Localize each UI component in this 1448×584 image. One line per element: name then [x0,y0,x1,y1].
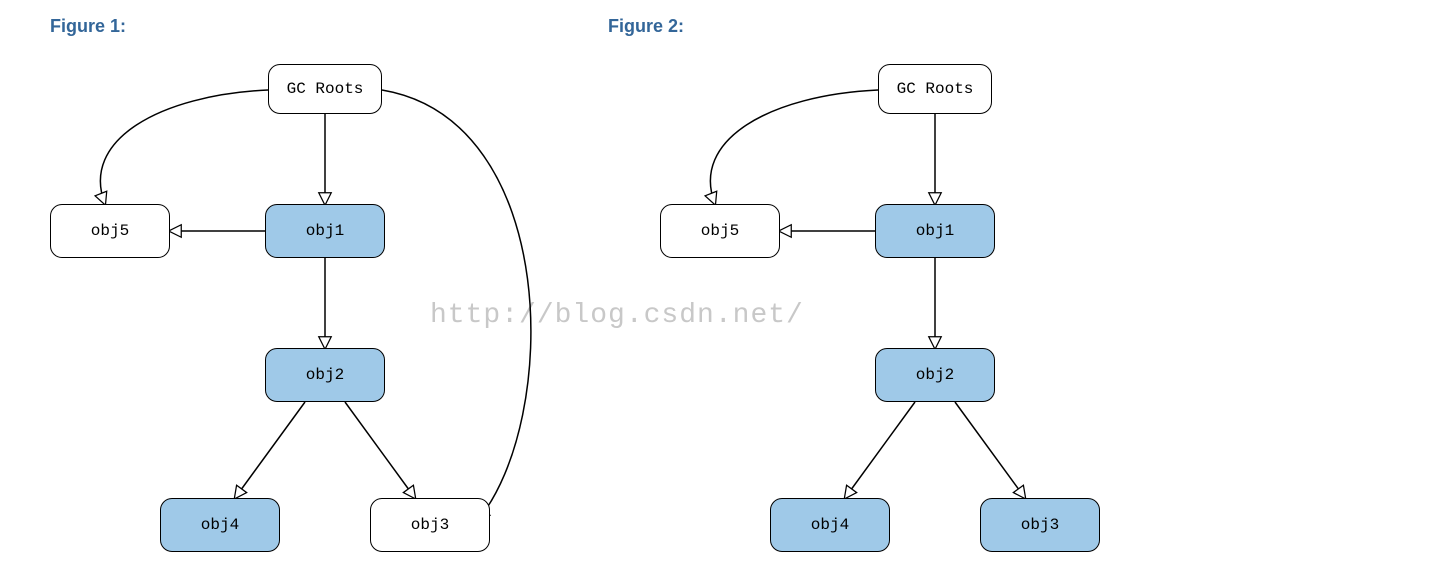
fig2-node-obj4: obj4 [770,498,890,552]
fig1-node-gcroots: GC Roots [268,64,382,114]
fig2-node-obj1: obj1 [875,204,995,258]
edges-layer [0,0,1448,584]
fig2-node-gcroots: GC Roots [878,64,992,114]
fig1-node-obj3: obj3 [370,498,490,552]
fig1-node-obj5: obj5 [50,204,170,258]
fig1-node-obj2: obj2 [265,348,385,402]
fig2-node-obj5: obj5 [660,204,780,258]
figure2-title: Figure 2: [608,16,684,37]
fig1-node-obj1: obj1 [265,204,385,258]
fig2-node-obj3: obj3 [980,498,1100,552]
fig1-node-obj4: obj4 [160,498,280,552]
watermark-text: http://blog.csdn.net/ [430,300,804,331]
fig2-node-obj2: obj2 [875,348,995,402]
figure1-title: Figure 1: [50,16,126,37]
